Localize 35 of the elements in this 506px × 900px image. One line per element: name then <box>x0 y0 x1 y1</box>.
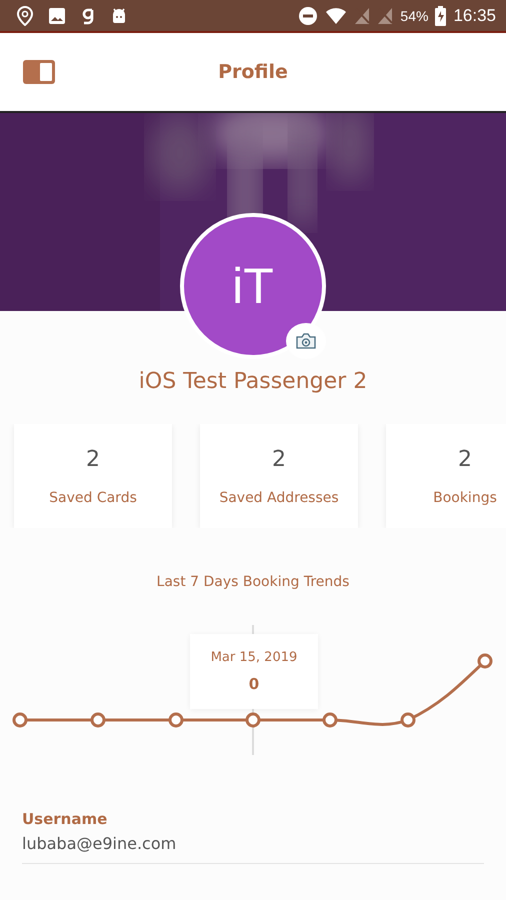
data-point[interactable] <box>168 712 184 728</box>
data-point[interactable] <box>322 712 338 728</box>
battery-percentage: 54% <box>400 8 428 24</box>
data-point[interactable] <box>478 654 492 668</box>
do-not-disturb-icon <box>298 6 318 26</box>
wifi-icon <box>325 6 348 24</box>
field-value: lubaba@e9ine.com <box>22 834 178 853</box>
sidebar-toggle-icon[interactable] <box>22 59 56 85</box>
field-label: Username <box>22 810 108 828</box>
stat-count: 2 <box>458 446 472 472</box>
stat-label: Saved Addresses <box>219 490 339 506</box>
data-point[interactable] <box>246 712 260 728</box>
tooltip-date: Mar 15, 2019 <box>210 650 298 665</box>
clock: 16:35 <box>453 6 496 26</box>
stat-card[interactable]: 2 Saved Addresses <box>200 424 358 528</box>
g-letter-icon <box>80 6 96 24</box>
robot-icon <box>110 6 128 24</box>
no-signal-icon <box>377 6 394 24</box>
chart-title: Last 7 Days Booking Trends <box>156 574 350 590</box>
data-point[interactable] <box>400 712 416 728</box>
no-signal-icon <box>354 6 370 24</box>
image-icon <box>48 6 66 24</box>
stat-count: 2 <box>272 446 286 472</box>
page-title: Profile <box>218 61 288 83</box>
stat-card[interactable]: 2 Saved Cards <box>14 424 172 528</box>
location-pin-icon <box>16 6 34 26</box>
stat-label: Saved Cards <box>49 490 137 506</box>
tooltip-value: 0 <box>248 675 260 693</box>
user-name: iOS Test Passenger 2 <box>138 369 368 394</box>
data-point[interactable] <box>12 712 28 728</box>
stat-count: 2 <box>86 446 100 472</box>
stat-card[interactable]: 2 Bookings <box>386 424 506 528</box>
data-point[interactable] <box>90 712 106 728</box>
stat-label: Bookings <box>433 490 497 506</box>
battery-charging-icon <box>435 6 446 26</box>
